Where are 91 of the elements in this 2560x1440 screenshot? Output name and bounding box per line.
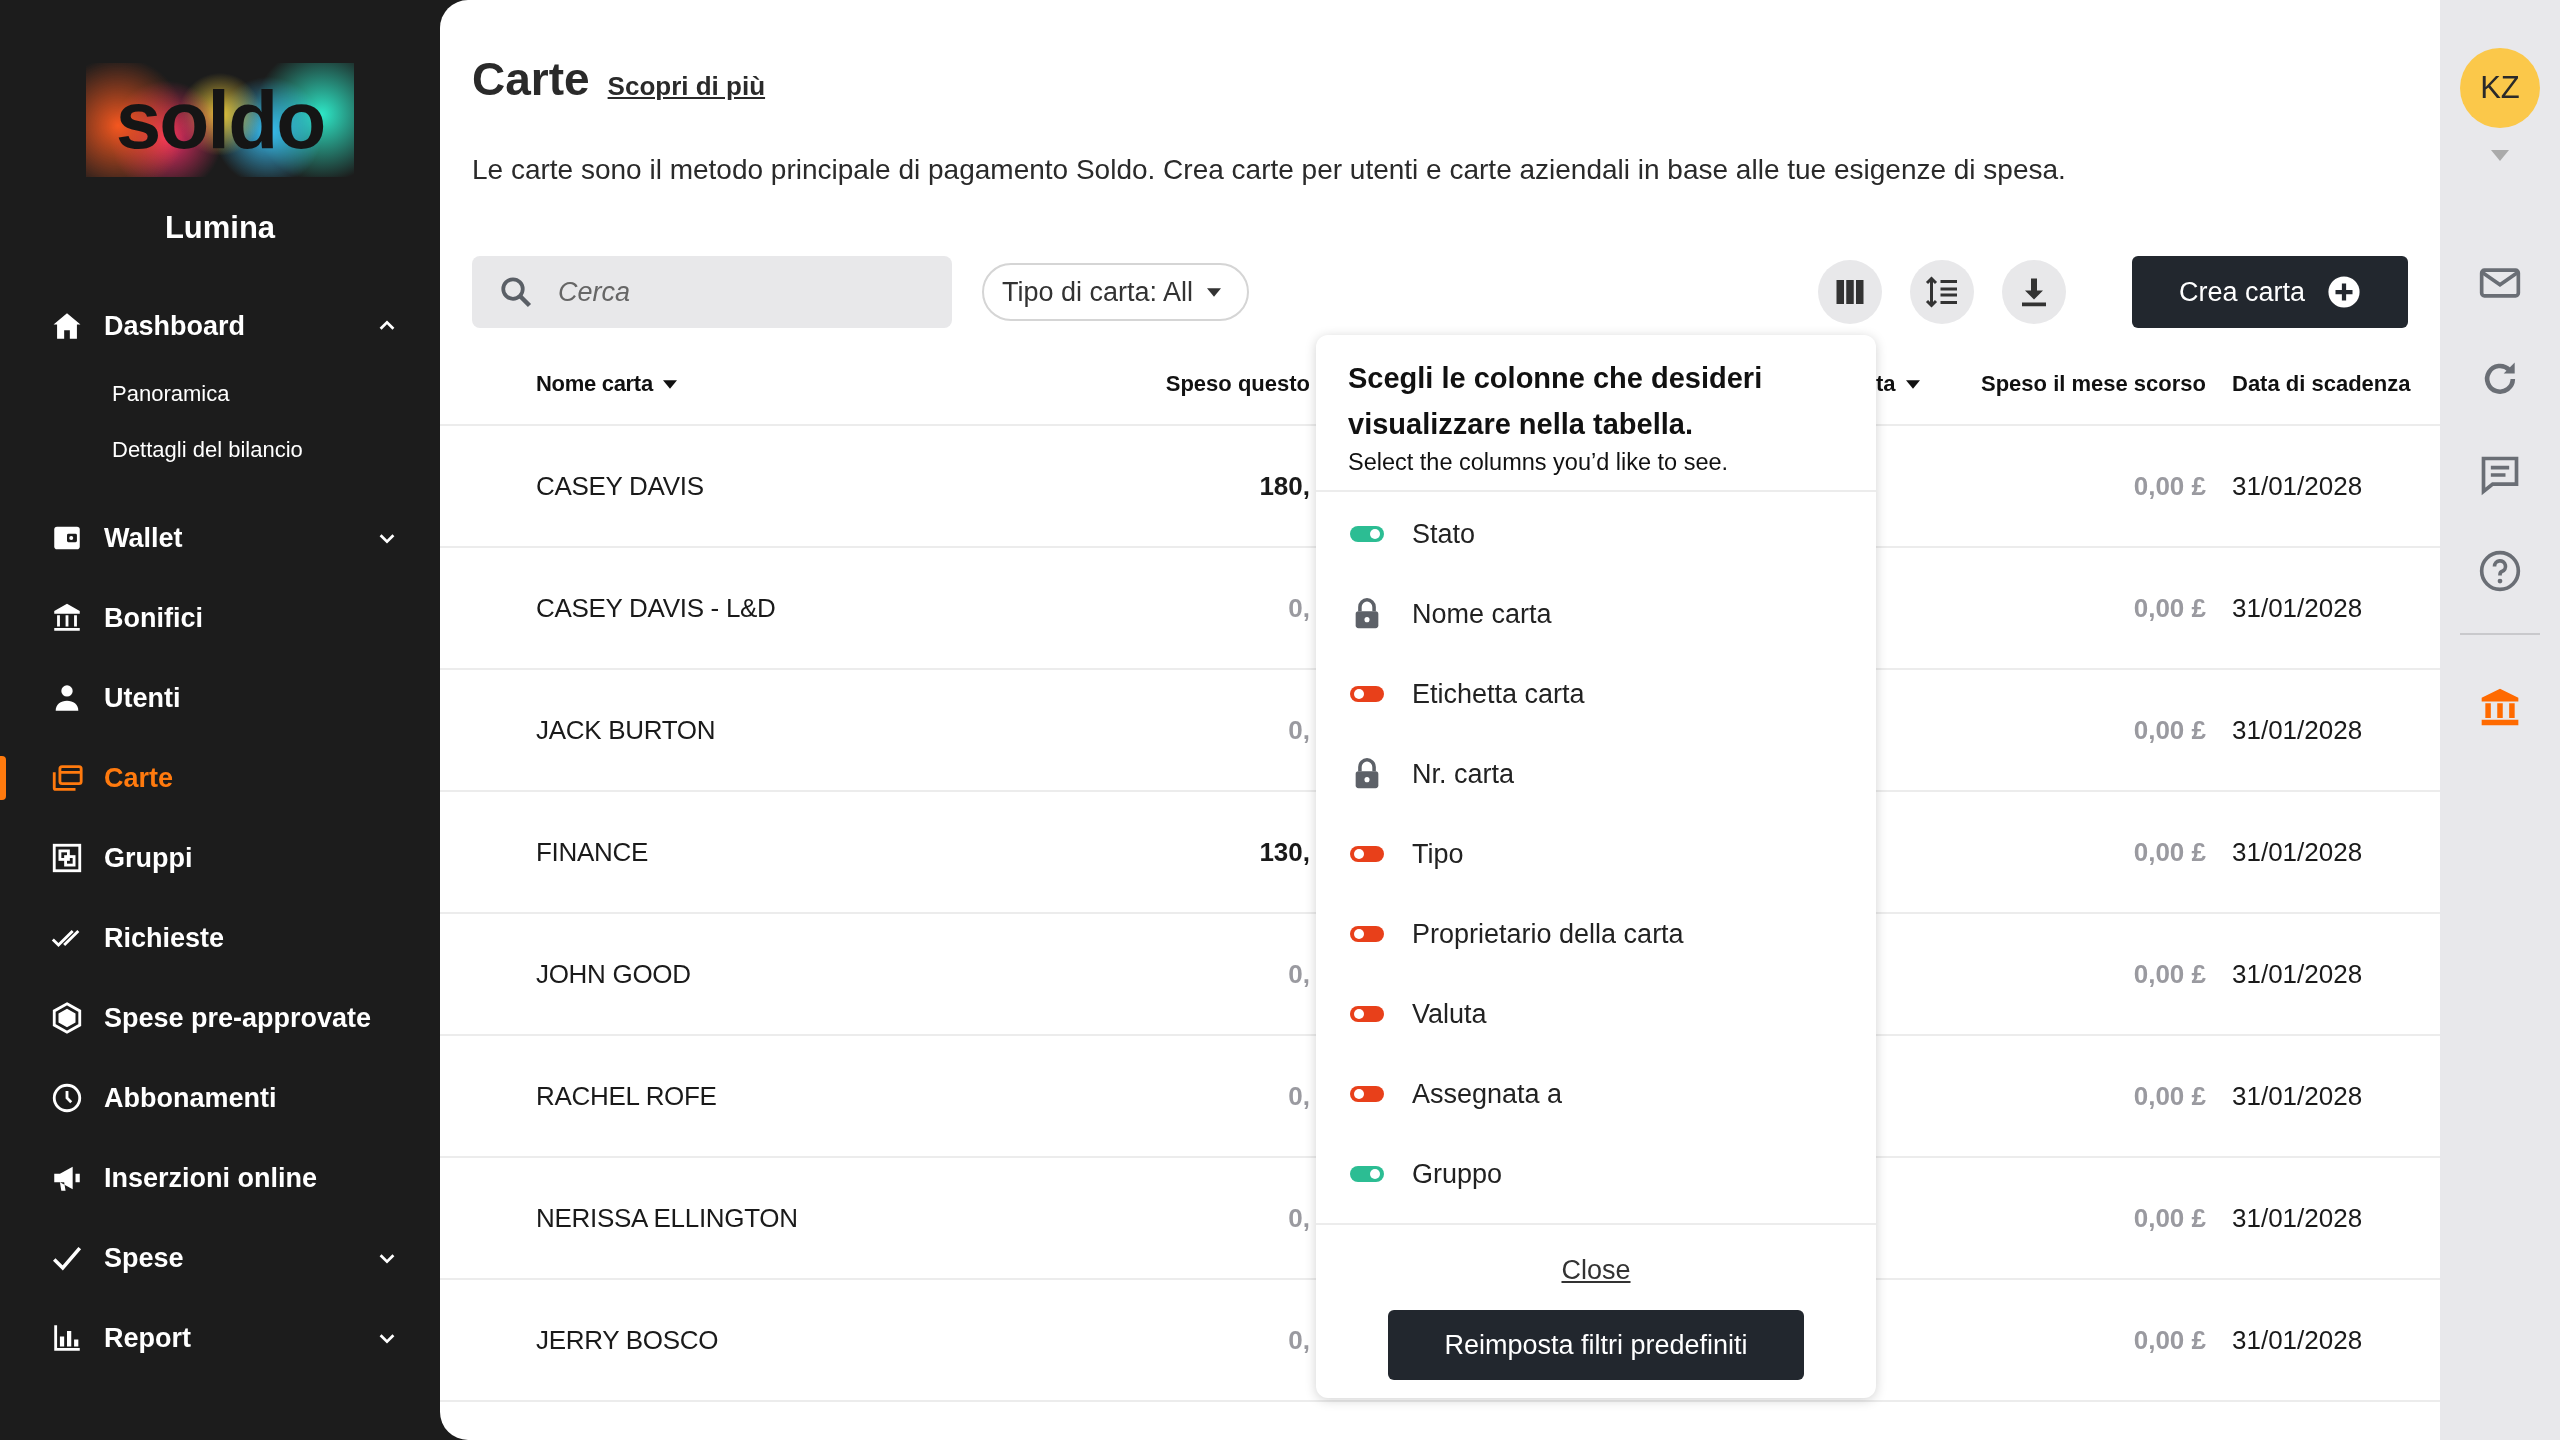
table-cell-text: 31/01/2028 bbox=[2232, 470, 2364, 502]
table-cell-text: CASEY DAVIS - L&D bbox=[536, 592, 777, 624]
nav-item[interactable]: Richieste bbox=[0, 898, 440, 978]
table-cell-text: 31/01/2028 bbox=[2232, 836, 2364, 868]
column-header[interactable]: Speso il mese scorso bbox=[1940, 371, 2206, 397]
table-cell-text: JERRY BOSCO bbox=[536, 1324, 720, 1356]
plus-circle-icon bbox=[2327, 275, 2362, 309]
table-cell-text: 0, bbox=[1287, 1202, 1310, 1234]
line-spacing-icon bbox=[1924, 274, 1960, 310]
table-cell-text: 31/01/2028 bbox=[2232, 1324, 2364, 1356]
column-option: Gruppo bbox=[1412, 1158, 1503, 1190]
table-cell-text: RACHEL ROFE bbox=[536, 1080, 718, 1112]
caret-icon bbox=[1207, 287, 1222, 297]
column-option: Valuta bbox=[1412, 998, 1487, 1030]
nav-item[interactable]: Report bbox=[0, 1298, 440, 1378]
table-cell-text: 130, bbox=[1258, 836, 1310, 868]
nav-item[interactable]: Gruppi bbox=[0, 818, 440, 898]
table-cell-text: 0, bbox=[1287, 592, 1310, 624]
column-option: Tipo bbox=[1412, 838, 1464, 870]
table-cell-text: 0,00 £ bbox=[2132, 958, 2206, 990]
create-card-button[interactable]: Crea carta bbox=[2132, 256, 2408, 328]
nav-item[interactable]: Utenti bbox=[0, 658, 440, 738]
nav-item[interactable]: Wallet bbox=[0, 498, 440, 578]
search-icon bbox=[498, 274, 534, 310]
column-option: Assegnata a bbox=[1412, 1078, 1563, 1110]
column-option: Stato bbox=[1412, 518, 1476, 550]
table-cell-text: 0,00 £ bbox=[2132, 714, 2206, 746]
brand-logo: soldo bbox=[85, 63, 355, 177]
nav-item[interactable]: Carte bbox=[0, 738, 440, 818]
panel-subtitle: Select the columns you’d like to see. bbox=[1348, 449, 1730, 476]
toggle-switch[interactable] bbox=[1350, 846, 1384, 862]
hexagon-icon bbox=[50, 1001, 84, 1035]
toggle-switch[interactable] bbox=[1350, 686, 1384, 702]
column-header[interactable]: Speso questo bbox=[1010, 371, 1310, 397]
table-cell-text: 0, bbox=[1287, 1080, 1310, 1112]
table-cell-text: 0,00 £ bbox=[2132, 1324, 2206, 1356]
table-cell-text: 31/01/2028 bbox=[2232, 1202, 2364, 1234]
nav-subitem[interactable]: Panoramica bbox=[112, 366, 440, 422]
table-cell-text: NERISSA ELLINGTON bbox=[536, 1202, 799, 1234]
toggle-switch[interactable] bbox=[1350, 1166, 1384, 1182]
help-icon[interactable] bbox=[2478, 549, 2522, 593]
table-cell-text: 31/01/2028 bbox=[2232, 1080, 2364, 1112]
nav-item[interactable]: Spese bbox=[0, 1218, 440, 1298]
nav-subitem[interactable]: Dettagli del bilancio bbox=[112, 422, 440, 478]
card-type-filter[interactable]: Tipo di carta: All bbox=[982, 263, 1250, 321]
learn-more-link[interactable]: Scopri di più bbox=[607, 71, 766, 102]
column-header[interactable]: Nome carta bbox=[536, 371, 1010, 397]
column-option: Etichetta carta bbox=[1412, 678, 1585, 710]
table-cell-text: 0,00 £ bbox=[2132, 592, 2206, 624]
user-avatar[interactable]: KZ bbox=[2460, 48, 2540, 128]
column-header[interactable]: ta bbox=[1876, 371, 1940, 397]
table-cell-text: 0,00 £ bbox=[2132, 470, 2206, 502]
nav-item[interactable]: Spese pre-approvate bbox=[0, 978, 440, 1058]
toggle-switch[interactable] bbox=[1350, 526, 1384, 542]
column-header[interactable]: Data di scadenza bbox=[2232, 371, 2440, 397]
page-description: Le carte sono il metodo principale di pagamento Soldo. Crea carte per utenti e carte aziendali in base alle tue esigenze di spesa. bbox=[472, 153, 2067, 187]
nav-item[interactable]: Bonifici bbox=[0, 578, 440, 658]
table-cell-text: 0,00 £ bbox=[2132, 836, 2206, 868]
table-cell-text: 0, bbox=[1287, 958, 1310, 990]
page-title: Carte bbox=[472, 52, 590, 106]
toggle-switch[interactable] bbox=[1350, 1006, 1384, 1022]
search-field[interactable]: Cerca bbox=[472, 256, 952, 328]
column-option: Nome carta bbox=[1412, 598, 1552, 630]
table-cell-text: 31/01/2028 bbox=[2232, 958, 2364, 990]
table-cell-text: CASEY DAVIS bbox=[536, 470, 705, 502]
table-cell-text: 0,00 £ bbox=[2132, 1202, 2206, 1234]
reset-filters-button[interactable]: Reimposta filtri predefiniti bbox=[1388, 1310, 1804, 1380]
toggle-switch[interactable] bbox=[1350, 926, 1384, 942]
column-option: Proprietario della carta bbox=[1412, 918, 1684, 950]
company-name: Lumina bbox=[163, 210, 277, 246]
nav-item[interactable]: Abbonamenti bbox=[0, 1058, 440, 1138]
table-cell-text: JACK BURTON bbox=[536, 714, 717, 746]
table-cell-text: 31/01/2028 bbox=[2232, 714, 2364, 746]
table-cell-text: 180, bbox=[1258, 470, 1310, 502]
caret-icon bbox=[2491, 150, 2509, 161]
close-link[interactable]: Close bbox=[1561, 1255, 1631, 1286]
nav-item[interactable]: Inserzioni online bbox=[0, 1138, 440, 1218]
nav-item[interactable]: Dashboard bbox=[0, 286, 440, 366]
table-cell-text: 0, bbox=[1287, 1324, 1310, 1356]
table-cell-text: 31/01/2028 bbox=[2232, 592, 2364, 624]
column-option: Nr. carta bbox=[1412, 758, 1515, 790]
table-cell-text: FINANCE bbox=[536, 836, 650, 868]
toggle-switch[interactable] bbox=[1350, 1086, 1384, 1102]
group-icon bbox=[50, 841, 84, 875]
clock-icon bbox=[50, 1081, 84, 1115]
table-cell-text: 0,00 £ bbox=[2132, 1080, 2206, 1112]
sort-caret-icon bbox=[662, 379, 677, 389]
table-cell-text: 0, bbox=[1287, 714, 1310, 746]
table-cell-text: JOHN GOOD bbox=[536, 958, 692, 990]
panel-title: Scegli le colonne che desideri visualizzare nella tabella. bbox=[1348, 361, 1764, 442]
sort-caret-icon bbox=[1905, 379, 1920, 389]
